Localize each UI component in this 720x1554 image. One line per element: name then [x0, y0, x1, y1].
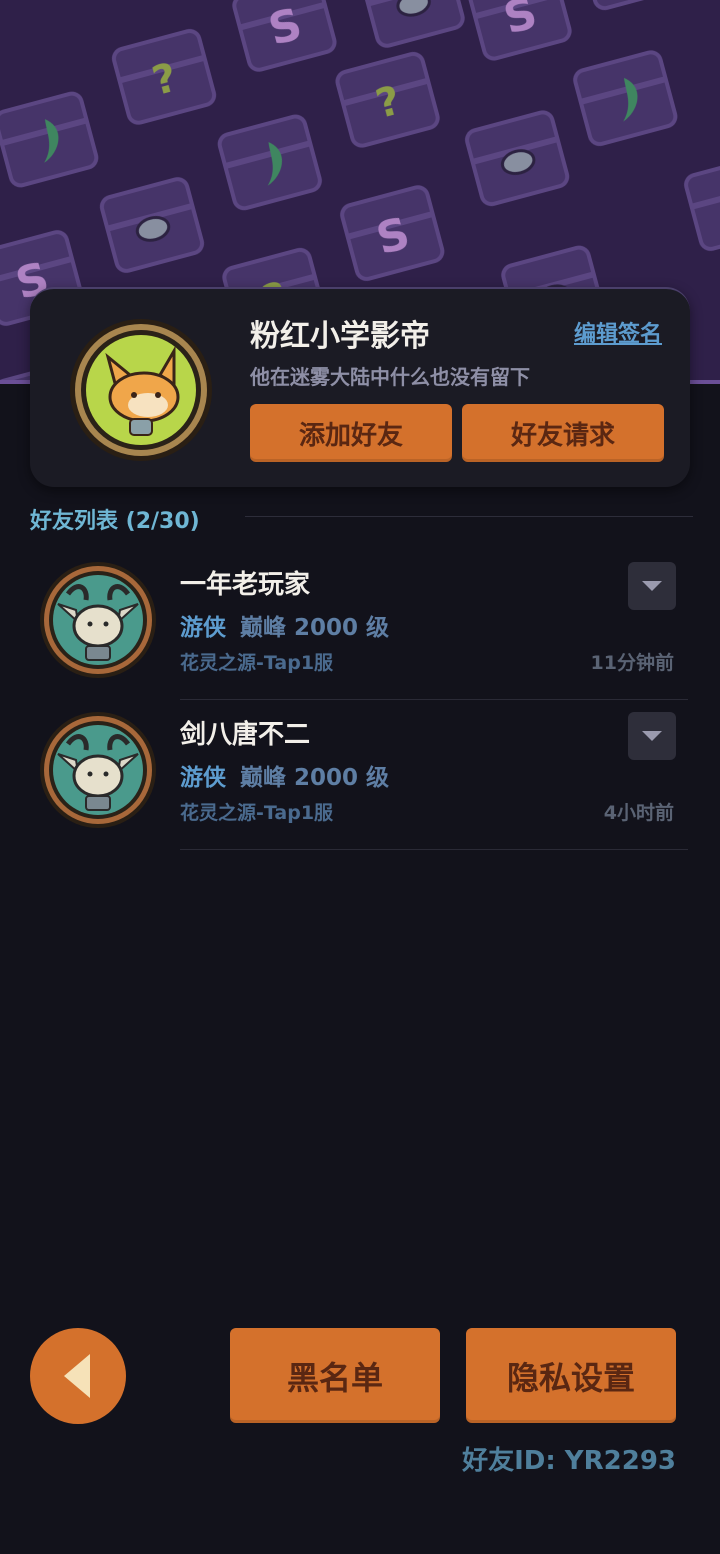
back-arrow-icon [64, 1354, 90, 1398]
friend-avatar[interactable] [38, 710, 158, 830]
friend-last-online: 4小时前 [603, 802, 674, 824]
friend-options-button[interactable] [628, 562, 676, 610]
friend-server: 花灵之源-Tap1服 [180, 802, 334, 824]
privacy-settings-button[interactable]: 隐私设置 [466, 1328, 676, 1423]
back-button[interactable] [30, 1328, 126, 1424]
chevron-down-icon [642, 581, 662, 591]
friend-name: 一年老玩家 [180, 570, 311, 600]
player-signature: 他在迷雾大陆中什么也没有留下 [250, 365, 530, 389]
blacklist-button[interactable]: 黑名单 [230, 1328, 440, 1423]
divider [180, 849, 688, 850]
friend-list-item[interactable]: 剑八唐不二 游侠 巅峰 2000 级 花灵之源-Tap1服 4小时前 [0, 700, 720, 850]
divider [245, 516, 693, 517]
edit-signature-link[interactable]: 编辑签名 [574, 316, 662, 348]
friend-options-button[interactable] [628, 712, 676, 760]
friend-last-online: 11分钟前 [590, 652, 674, 674]
friend-avatar[interactable] [38, 560, 158, 680]
player-name: 粉红小学影帝 [250, 319, 430, 354]
add-friend-button[interactable]: 添加好友 [250, 404, 452, 462]
friend-name: 剑八唐不二 [180, 720, 311, 750]
friend-server: 花灵之源-Tap1服 [180, 652, 334, 674]
friend-class: 游侠 [180, 765, 226, 791]
profile-card: 粉红小学影帝 编辑签名 他在迷雾大陆中什么也没有留下 添加好友 好友请求 [30, 287, 690, 487]
player-avatar[interactable] [68, 317, 214, 463]
friend-list-item[interactable]: 一年老玩家 游侠 巅峰 2000 级 花灵之源-Tap1服 11分钟前 [0, 550, 720, 700]
friend-list-title: 好友列表 (2/30) [30, 509, 200, 534]
chevron-down-icon [642, 731, 662, 741]
friend-class: 游侠 [180, 615, 226, 641]
friend-request-button[interactable]: 好友请求 [462, 404, 664, 462]
friend-level: 巅峰 2000 级 [240, 765, 390, 791]
friend-id-label: 好友ID: YR2293 [462, 1446, 676, 1476]
friend-level: 巅峰 2000 级 [240, 615, 390, 641]
